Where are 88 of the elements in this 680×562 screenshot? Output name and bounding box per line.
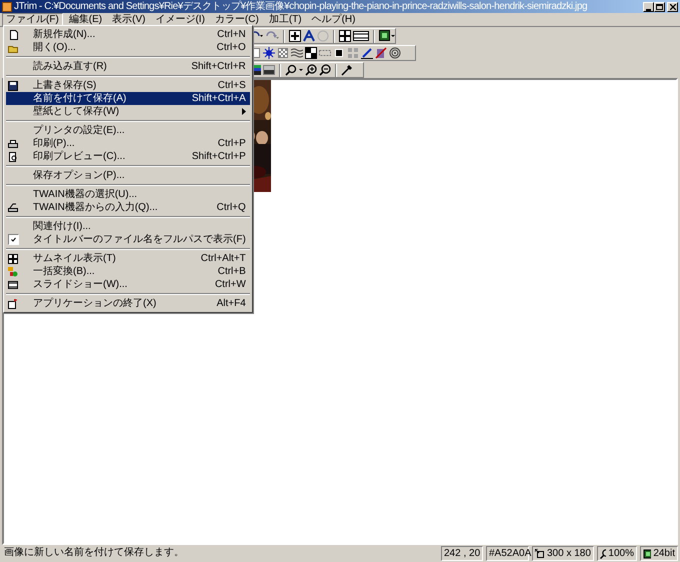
filled-square-icon [333, 47, 345, 59]
gradient-icon [263, 64, 275, 76]
zoom-menu-icon [285, 64, 303, 76]
menu-item[interactable]: 表示(V) [108, 12, 150, 26]
wave-button[interactable] [291, 46, 303, 60]
menu-item[interactable]: TWAIN機器の選択(U)... [6, 188, 250, 201]
spiral-icon [389, 47, 401, 59]
check-icon [10, 237, 16, 242]
text-button[interactable] [303, 29, 315, 43]
shapes-icon [8, 266, 18, 276]
minimize-button[interactable] [643, 2, 654, 12]
circle-icon [317, 30, 329, 42]
menu-item[interactable]: TWAIN機器からの入力(Q)... Ctrl+Q [6, 201, 250, 214]
chip-icon [379, 30, 395, 42]
gradient-button[interactable] [263, 63, 275, 77]
menu-item[interactable]: 一括変換(B)... Ctrl+B [6, 265, 250, 278]
document-icon [8, 30, 18, 40]
minimize-icon [646, 8, 651, 10]
text-icon [303, 30, 315, 42]
pen-button[interactable] [361, 46, 373, 60]
floppy-icon [8, 80, 18, 90]
window-title: JTrim - C:¥Documents and Settings¥Rie¥デスクトップ¥作業画像¥chopin-playing-the-piano-in-prince-radziwills-salon-hendrik-siemiradzki.jpg [14, 0, 588, 12]
image-size: 300 x 180 [547, 547, 591, 560]
zoom-level: 100% [608, 547, 634, 560]
menu-item[interactable]: サムネイル表示(T) Ctrl+Alt+T [6, 252, 250, 265]
dashed-frame-icon [319, 47, 331, 59]
film-button[interactable] [353, 29, 369, 43]
brush-strike-button[interactable] [375, 46, 387, 60]
menu-item[interactable]: スライドショー(W)... Ctrl+W [6, 278, 250, 291]
pixel-color: #A52A0A [486, 546, 529, 561]
film-icon [8, 280, 18, 290]
magnifier-icon [600, 548, 606, 558]
wave-icon [291, 47, 303, 59]
zoom-out-button[interactable] [319, 63, 331, 77]
sun-button[interactable] [263, 46, 275, 60]
eyedropper-icon [341, 64, 353, 76]
grid-button[interactable] [339, 29, 351, 43]
menu-item[interactable]: プリンタの設定(E)... [6, 124, 250, 137]
menu-item[interactable]: 印刷プレビュー(C)... Shift+Ctrl+P [6, 150, 250, 163]
filled-square-button[interactable] [333, 46, 345, 60]
maximize-button[interactable] [654, 2, 665, 12]
maximize-icon [656, 4, 663, 10]
noise-button[interactable] [277, 46, 289, 60]
menu-item[interactable]: 新規作成(N)... Ctrl+N [6, 28, 250, 41]
menu-item[interactable]: カラー(C) [210, 12, 263, 26]
menu-item[interactable]: 関連付け(I)... [6, 220, 250, 233]
close-icon [670, 4, 676, 10]
menu-item[interactable]: アプリケーションの終了(X) Alt+F4 [6, 297, 250, 310]
contrast-button[interactable] [305, 46, 317, 60]
menu-item[interactable]: ヘルプ(H) [308, 12, 360, 26]
printer-icon [8, 138, 18, 148]
chip-icon [643, 548, 652, 558]
tiles-icon [347, 47, 359, 59]
status-message: 画像に新しい名前を付けて保存します。 [3, 546, 185, 560]
menu-item[interactable]: 名前を付けて保存(A) Shift+Ctrl+A [6, 92, 250, 105]
window-icon [8, 298, 18, 308]
preview-icon [8, 152, 18, 162]
spiral-button[interactable] [389, 46, 401, 60]
menu-item[interactable]: 印刷(P)... Ctrl+P [6, 137, 250, 150]
color-depth: 24bit [653, 547, 675, 560]
menu-item[interactable]: 開く(O)... Ctrl+O [6, 41, 250, 54]
zoom-menu-button[interactable] [285, 63, 303, 77]
noise-icon [277, 47, 289, 59]
menu-item[interactable]: 上書き保存(S) Ctrl+S [6, 79, 250, 92]
resize-icon [535, 548, 545, 558]
zoom-in-icon [305, 64, 317, 76]
grid-icon [8, 254, 18, 264]
app-icon [2, 2, 12, 12]
brush-strike-icon [375, 47, 387, 59]
zoom-in-button[interactable] [305, 63, 317, 77]
menu-item[interactable]: タイトルバーのファイル名をフルパスで表示(F) [6, 233, 250, 246]
zoom-out-icon [319, 64, 331, 76]
cursor-position: 242 , 20 [441, 546, 483, 561]
scanner-icon [8, 202, 18, 212]
close-button[interactable] [667, 2, 678, 12]
menu-item[interactable]: 壁紙として保存(W) [6, 105, 250, 118]
pen-icon [361, 47, 373, 59]
menu-item[interactable]: イメージ(I) [151, 12, 209, 26]
eyedropper-button[interactable] [341, 63, 353, 77]
chip-button[interactable] [379, 29, 395, 43]
fit-window-button[interactable] [289, 29, 301, 43]
menu-item[interactable]: 保存オプション(P)... [6, 169, 250, 182]
menu-item[interactable]: 加工(T) [264, 12, 306, 26]
film-icon [353, 30, 369, 42]
tiles-button[interactable] [347, 46, 359, 60]
menu-item[interactable]: 編集(E) [64, 12, 106, 26]
sun-icon [263, 47, 275, 59]
menu-item[interactable]: 読み込み直す(R) Shift+Ctrl+R [6, 60, 250, 73]
